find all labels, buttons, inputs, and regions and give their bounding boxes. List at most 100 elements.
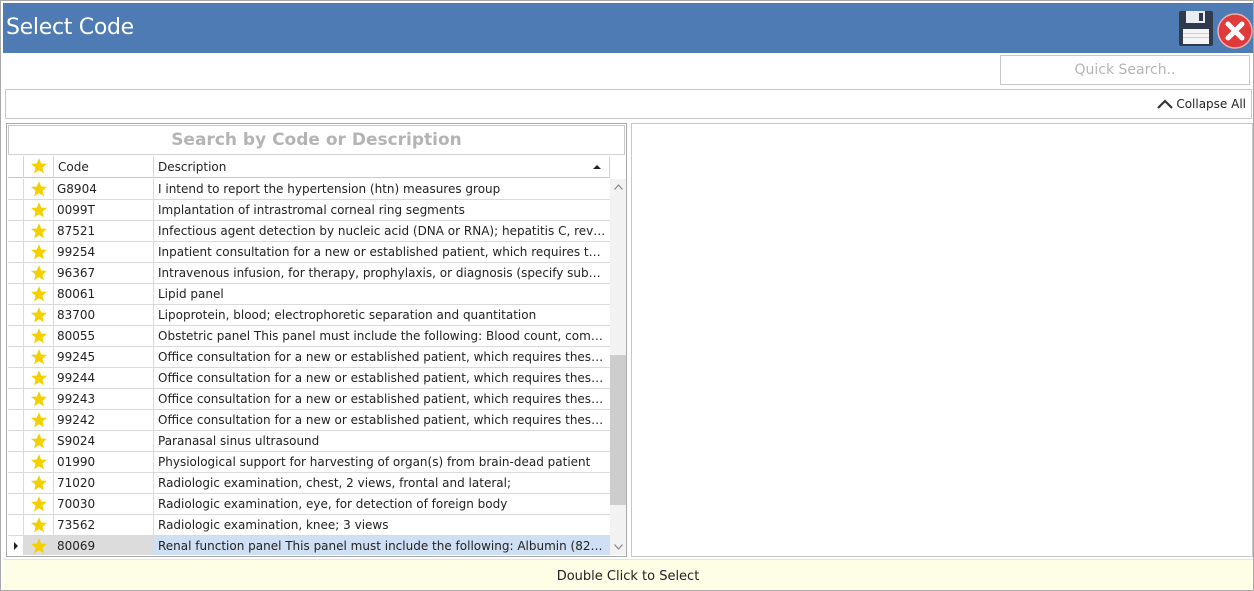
row-indicator bbox=[8, 368, 24, 388]
row-indicator bbox=[8, 179, 24, 199]
table-row[interactable]: G8904 I intend to report the hypertension… bbox=[8, 179, 610, 200]
description-cell[interactable]: Office consultation for a new or establi… bbox=[154, 389, 610, 409]
description-cell[interactable]: Radiologic examination, chest, 2 views, … bbox=[154, 473, 610, 493]
table-row[interactable]: 83700 Lipoprotein, blood; electrophoretic… bbox=[8, 305, 610, 326]
code-cell[interactable]: 80061 bbox=[54, 284, 154, 304]
description-cell[interactable]: Intravenous infusion, for therapy, proph… bbox=[154, 263, 610, 283]
description-column-header[interactable]: Description bbox=[154, 156, 610, 178]
description-cell[interactable]: Office consultation for a new or establi… bbox=[154, 368, 610, 388]
code-cell[interactable]: 99242 bbox=[54, 410, 154, 430]
table-row[interactable]: 80069 Renal function panel This panel mus… bbox=[8, 536, 610, 555]
favorite-toggle[interactable] bbox=[24, 263, 54, 283]
favorite-toggle[interactable] bbox=[24, 326, 54, 346]
description-cell[interactable]: I intend to report the hypertension (htn… bbox=[154, 179, 610, 199]
favorite-toggle[interactable] bbox=[24, 242, 54, 262]
star-icon bbox=[30, 475, 47, 491]
code-cell[interactable]: 0099T bbox=[54, 200, 154, 220]
row-indicator bbox=[8, 473, 24, 493]
favorite-toggle[interactable] bbox=[24, 410, 54, 430]
row-indicator bbox=[8, 431, 24, 451]
row-indicator bbox=[8, 221, 24, 241]
description-cell[interactable]: Lipid panel bbox=[154, 284, 610, 304]
table-row[interactable]: 99244 Office consultation for a new or es… bbox=[8, 368, 610, 389]
scroll-up-icon[interactable] bbox=[613, 183, 624, 191]
scroll-down-icon[interactable] bbox=[613, 543, 624, 551]
row-indicator bbox=[8, 410, 24, 430]
favorite-toggle[interactable] bbox=[24, 389, 54, 409]
description-cell[interactable]: Lipoprotein, blood; electrophoretic sepa… bbox=[154, 305, 610, 325]
code-cell[interactable]: 70030 bbox=[54, 494, 154, 514]
favorite-toggle[interactable] bbox=[24, 179, 54, 199]
table-row[interactable]: 99254 Inpatient consultation for a new or… bbox=[8, 242, 610, 263]
select-code-window: Select Code Collapse All bbox=[0, 0, 1254, 591]
star-icon bbox=[30, 244, 47, 260]
row-indicator bbox=[8, 263, 24, 283]
description-cell[interactable]: Radiologic examination, knee; 3 views bbox=[154, 515, 610, 535]
code-cell[interactable]: 99254 bbox=[54, 242, 154, 262]
code-cell[interactable]: 01990 bbox=[54, 452, 154, 472]
scrollbar-thumb[interactable] bbox=[610, 355, 626, 505]
code-cell[interactable]: 80055 bbox=[54, 326, 154, 346]
description-cell[interactable]: Obstetric panel This panel must include … bbox=[154, 326, 610, 346]
description-cell[interactable]: Office consultation for a new or establi… bbox=[154, 347, 610, 367]
code-cell[interactable]: 80069 bbox=[54, 536, 154, 555]
table-row[interactable]: 87521 Infectious agent detection by nucle… bbox=[8, 221, 610, 242]
favorite-toggle[interactable] bbox=[24, 494, 54, 514]
favorite-toggle[interactable] bbox=[24, 515, 54, 535]
code-column-header[interactable]: Code bbox=[54, 156, 154, 178]
description-cell[interactable]: Office consultation for a new or establi… bbox=[154, 410, 610, 430]
description-cell[interactable]: Infectious agent detection by nucleic ac… bbox=[154, 221, 610, 241]
table-row[interactable]: 96367 Intravenous infusion, for therapy, … bbox=[8, 263, 610, 284]
favorite-toggle[interactable] bbox=[24, 200, 54, 220]
collapse-all-button[interactable]: Collapse All bbox=[1156, 97, 1246, 111]
description-cell[interactable]: Implantation of intrastromal corneal rin… bbox=[154, 200, 610, 220]
table-row[interactable]: 01990 Physiological support for harvestin… bbox=[8, 452, 610, 473]
favorite-column-header[interactable] bbox=[24, 156, 54, 178]
table-row[interactable]: 99243 Office consultation for a new or es… bbox=[8, 389, 610, 410]
code-cell[interactable]: 71020 bbox=[54, 473, 154, 493]
detail-panel bbox=[631, 123, 1253, 557]
code-cell[interactable]: 96367 bbox=[54, 263, 154, 283]
star-icon bbox=[30, 517, 47, 533]
code-search-input[interactable] bbox=[8, 125, 625, 155]
star-icon bbox=[30, 328, 47, 344]
table-row[interactable]: 80061 Lipid panel bbox=[8, 284, 610, 305]
code-cell[interactable]: 83700 bbox=[54, 305, 154, 325]
table-row[interactable]: S9024 Paranasal sinus ultrasound bbox=[8, 431, 610, 452]
favorite-toggle[interactable] bbox=[24, 473, 54, 493]
table-row[interactable]: 99245 Office consultation for a new or es… bbox=[8, 347, 610, 368]
table-row[interactable]: 99242 Office consultation for a new or es… bbox=[8, 410, 610, 431]
grid-vertical-scrollbar[interactable] bbox=[610, 179, 626, 555]
title-bar: Select Code bbox=[3, 3, 1253, 53]
favorite-toggle[interactable] bbox=[24, 305, 54, 325]
description-cell[interactable]: Renal function panel This panel must inc… bbox=[154, 536, 610, 555]
code-cell[interactable]: 99243 bbox=[54, 389, 154, 409]
save-button[interactable] bbox=[1178, 10, 1214, 47]
code-cell[interactable]: 99244 bbox=[54, 368, 154, 388]
quick-search-input[interactable] bbox=[1000, 55, 1250, 85]
table-row[interactable]: 70030 Radiologic examination, eye, for de… bbox=[8, 494, 610, 515]
description-cell[interactable]: Inpatient consultation for a new or esta… bbox=[154, 242, 610, 262]
code-cell[interactable]: 87521 bbox=[54, 221, 154, 241]
favorite-toggle[interactable] bbox=[24, 368, 54, 388]
favorite-toggle[interactable] bbox=[24, 431, 54, 451]
favorite-toggle[interactable] bbox=[24, 221, 54, 241]
description-cell[interactable]: Radiologic examination, eye, for detecti… bbox=[154, 494, 610, 514]
code-cell[interactable]: G8904 bbox=[54, 179, 154, 199]
table-row[interactable]: 80055 Obstetric panel This panel must inc… bbox=[8, 326, 610, 347]
row-indicator bbox=[8, 326, 24, 346]
favorite-toggle[interactable] bbox=[24, 284, 54, 304]
table-row[interactable]: 71020 Radiologic examination, chest, 2 vi… bbox=[8, 473, 610, 494]
favorite-toggle[interactable] bbox=[24, 452, 54, 472]
group-panel: Collapse All bbox=[5, 89, 1252, 119]
code-cell[interactable]: S9024 bbox=[54, 431, 154, 451]
description-cell[interactable]: Physiological support for harvesting of … bbox=[154, 452, 610, 472]
favorite-toggle[interactable] bbox=[24, 347, 54, 367]
code-cell[interactable]: 73562 bbox=[54, 515, 154, 535]
favorite-toggle[interactable] bbox=[24, 536, 54, 555]
code-cell[interactable]: 99245 bbox=[54, 347, 154, 367]
table-row[interactable]: 0099T Implantation of intrastromal cornea… bbox=[8, 200, 610, 221]
table-row[interactable]: 73562 Radiologic examination, knee; 3 vie… bbox=[8, 515, 610, 536]
close-button[interactable] bbox=[1217, 13, 1253, 49]
description-cell[interactable]: Paranasal sinus ultrasound bbox=[154, 431, 610, 451]
